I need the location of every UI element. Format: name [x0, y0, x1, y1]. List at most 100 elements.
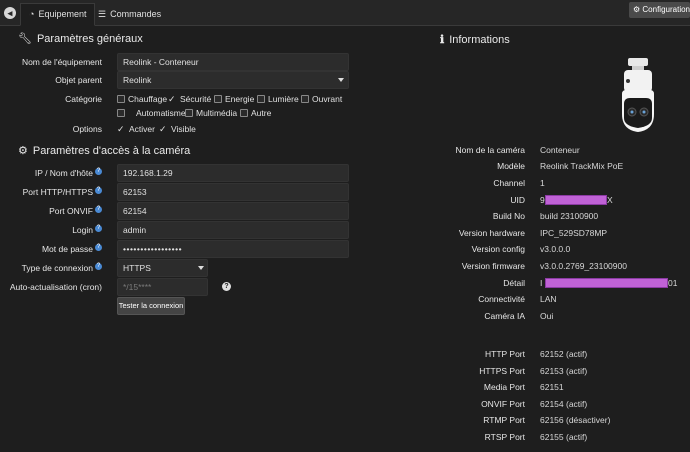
password-label-text: Mot de passe [41, 244, 93, 254]
camera-access-section-title: ⚙ Paramètres d'accès à la caméra [18, 144, 191, 158]
info-value: 1 [540, 178, 545, 188]
cron-input[interactable]: */15**** [117, 278, 208, 296]
informations-title-text: Informations [449, 33, 510, 46]
checkbox-box[interactable] [185, 109, 193, 117]
info-label: Détail [503, 278, 525, 288]
chevron-down-icon [198, 266, 204, 270]
info-label: Version firmware [461, 261, 525, 271]
checkbox-box[interactable] [257, 95, 265, 103]
cron-label-text: Auto-actualisation (cron) [9, 282, 102, 292]
redaction-mark [545, 278, 668, 288]
port-label: HTTP Port [485, 349, 525, 359]
help-icon[interactable]: ? [95, 206, 102, 213]
checkbox-box[interactable] [301, 95, 309, 103]
help-icon[interactable]: ? [222, 282, 231, 291]
configuration-button-label: Configuration a [642, 5, 690, 14]
info-label: Modèle [497, 161, 525, 171]
general-title-text: Paramètres généraux [36, 32, 143, 45]
checkbox-visible[interactable]: ✓ Visible [159, 124, 196, 134]
informations-section-title: ℹ︎ Informations [440, 33, 510, 47]
checkbox-ouvrant[interactable]: Ouvrant [301, 94, 342, 104]
info-value: IPC_529SD78MP [540, 228, 608, 238]
back-arrow-icon[interactable]: ◂ [4, 7, 16, 19]
tab-equipement-label: Equipement [38, 9, 87, 19]
password-input[interactable]: ••••••••••••••••• [117, 240, 349, 258]
port-label: HTTPS Port [479, 366, 525, 376]
help-icon[interactable]: ? [95, 187, 102, 194]
help-icon[interactable]: ? [95, 168, 102, 175]
info-label: Channel [493, 178, 525, 188]
checkbox-activer[interactable]: ✓ Activer [117, 124, 155, 134]
connection-type-label-text: Type de connexion [21, 263, 93, 273]
login-label-text: Login [72, 225, 93, 235]
checkbox-label: Activer [129, 124, 155, 134]
parent-select[interactable]: Reolink [117, 71, 349, 89]
checkbox-autre[interactable]: Autre [240, 108, 271, 118]
connection-type-select[interactable]: HTTPS [117, 259, 208, 277]
camera-access-title-text: Paramètres d'accès à la caméra [32, 144, 191, 157]
checkmark-icon[interactable]: ✓ [168, 95, 177, 104]
checkbox-label: Multimédia [196, 108, 238, 118]
password-label: Mot de passe? [42, 244, 102, 254]
configuration-button[interactable]: ⚙ Configuration a [629, 2, 690, 18]
login-label: Login? [72, 225, 102, 235]
onvif-port-input[interactable]: 62154 [117, 202, 349, 220]
cron-label: Auto-actualisation (cron) [10, 282, 102, 292]
camera-image [622, 58, 654, 132]
checkbox-chauffage[interactable]: Chauffage [117, 94, 167, 104]
port-label: RTSP Port [484, 432, 525, 442]
checkbox-lumiere[interactable]: Lumière [257, 94, 299, 104]
dashboard-icon: ◔ [29, 9, 35, 19]
onvif-port-label: Port ONVIF? [49, 206, 102, 216]
info-value-suffix: 01 [668, 278, 678, 288]
wrench-icon: 🔧︎ [18, 33, 32, 45]
checkbox-box[interactable] [214, 95, 222, 103]
parent-select-value: Reolink [123, 75, 152, 85]
info-value: Oui [540, 311, 554, 321]
info-value-suffix: X [607, 195, 613, 205]
test-connection-button[interactable]: Tester la connexion [117, 297, 185, 315]
login-input[interactable]: admin [117, 221, 349, 239]
parent-label: Objet parent [55, 75, 102, 85]
top-bar: ◂ ◔ Equipement ☰ Commandes ⚙ Configurati… [0, 0, 690, 26]
redaction-mark [545, 195, 607, 205]
checkmark-icon[interactable]: ✓ [159, 125, 168, 134]
checkbox-label: Lumière [268, 94, 299, 104]
info-icon: ℹ︎ [440, 34, 445, 46]
checkbox-box[interactable] [117, 109, 125, 117]
http-port-label: Port HTTP/HTTPS? [23, 187, 102, 197]
info-label: Version config [471, 244, 525, 254]
checkbox-automatisme[interactable]: Automatisme [117, 108, 186, 118]
cron-placeholder: */15**** [123, 282, 152, 292]
checkbox-energie[interactable]: Energie [214, 94, 254, 104]
checkbox-box[interactable] [240, 109, 248, 117]
checkbox-label: Chauffage [128, 94, 168, 104]
http-port-label-text: Port HTTP/HTTPS [22, 187, 93, 197]
help-icon[interactable]: ? [95, 263, 102, 270]
info-value: Reolink TrackMix PoE [540, 161, 624, 171]
port-value: 62153 (actif) [540, 366, 588, 376]
help-icon[interactable]: ? [95, 225, 102, 232]
general-section-title: 🔧︎ Paramètres généraux [18, 32, 143, 46]
ip-label-text: IP / Nom d'hôte [34, 168, 93, 178]
info-value: build 23100900 [540, 211, 599, 221]
tab-commandes[interactable]: ☰ Commandes [90, 3, 169, 26]
tab-equipement[interactable]: ◔ Equipement [20, 3, 96, 26]
checkbox-box[interactable] [117, 95, 125, 103]
port-value: 62156 (désactiver) [540, 415, 611, 425]
checkmark-icon[interactable]: ✓ [117, 125, 126, 134]
info-label: Caméra IA [484, 311, 525, 321]
ip-input[interactable]: 192.168.1.29 [117, 164, 349, 182]
nom-input[interactable]: Reolink - Conteneur [117, 53, 349, 71]
http-port-input[interactable]: 62153 [117, 183, 349, 201]
info-label: UID [510, 195, 525, 205]
gears-icon: ⚙ [633, 5, 641, 14]
help-icon[interactable]: ? [95, 244, 102, 251]
ip-label: IP / Nom d'hôte? [35, 168, 102, 178]
checkbox-securite[interactable]: ✓ Sécurité [168, 94, 211, 104]
info-value: Conteneur [540, 145, 580, 155]
port-label: Media Port [483, 382, 525, 392]
checkbox-multimedia[interactable]: Multimédia [185, 108, 237, 118]
options-label: Options [72, 124, 102, 134]
checkbox-label: Ouvrant [312, 94, 343, 104]
